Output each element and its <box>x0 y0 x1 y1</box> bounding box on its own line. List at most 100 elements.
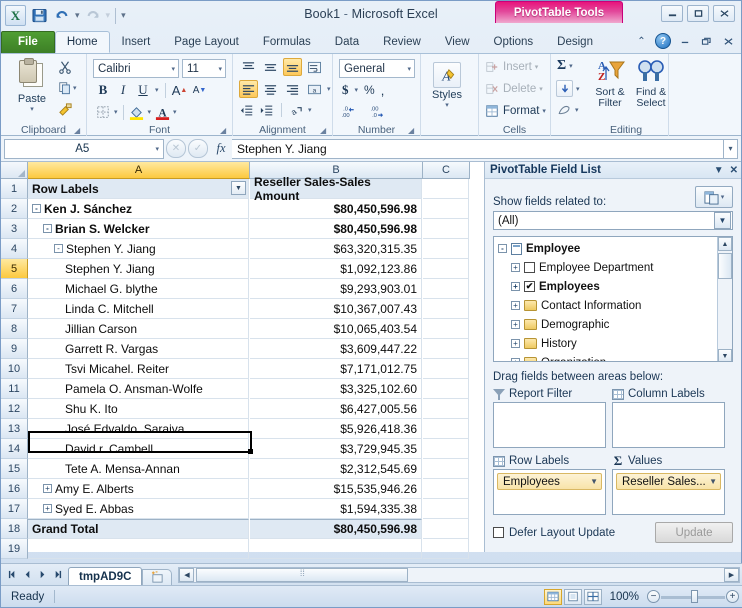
horizontal-scrollbar[interactable]: ◀ ▶ <box>178 566 740 583</box>
clipboard-dialog-launcher[interactable]: ◢ <box>74 126 83 135</box>
cell-B12[interactable]: $6,427,005.56 <box>250 399 422 419</box>
cell-B17[interactable]: $1,594,335.38 <box>250 499 422 519</box>
row-header-7[interactable]: 7 <box>1 299 28 319</box>
bold-button[interactable]: B <box>95 82 111 98</box>
expand-icon[interactable]: + <box>511 282 520 291</box>
values-box[interactable]: Reseller Sales... ▼ <box>612 469 725 515</box>
row-labels-chip-arrow[interactable]: ▼ <box>590 477 598 486</box>
insert-cells-button[interactable]: Insert ▾ <box>484 59 538 75</box>
cell-A11[interactable]: Pamela O. Ansman-Wolfe <box>28 379 249 399</box>
values-chip-arrow[interactable]: ▼ <box>709 477 717 486</box>
italic-button[interactable]: I <box>115 82 131 98</box>
report-filter-box[interactable] <box>493 402 606 448</box>
cell-A8[interactable]: Jillian Carson <box>28 319 249 339</box>
font-name-input[interactable]: Calibri ▾ <box>93 59 179 78</box>
find-select-button[interactable]: Find & Select <box>631 58 671 109</box>
orientation-icon[interactable]: a <box>288 102 304 118</box>
expand-button[interactable]: + <box>43 484 52 493</box>
sort-filter-button[interactable]: AZ Sort & Filter <box>589 58 631 109</box>
expand-icon[interactable]: + <box>511 301 520 310</box>
cell-B6[interactable]: $9,293,903.01 <box>250 279 422 299</box>
cell-B19[interactable] <box>250 539 422 559</box>
expand-icon[interactable]: + <box>511 339 520 348</box>
row-header-11[interactable]: 11 <box>1 379 28 399</box>
row-labels-box[interactable]: Employees ▼ <box>493 469 606 515</box>
select-all-corner[interactable] <box>1 162 28 179</box>
row-header-16[interactable]: 16 <box>1 479 28 499</box>
cell-A13[interactable]: José Edvaldo. Saraiva <box>28 419 249 439</box>
cell-C6[interactable] <box>423 279 469 299</box>
last-sheet-button[interactable] <box>50 568 64 582</box>
cell-C18[interactable] <box>423 519 469 539</box>
defer-layout-update[interactable]: Defer Layout Update <box>493 527 615 539</box>
clear-dropdown-arrow[interactable]: ▾ <box>575 106 579 114</box>
first-sheet-button[interactable] <box>5 568 19 582</box>
format-cells-button[interactable]: Format ▾ <box>484 103 546 119</box>
fill-color-icon[interactable] <box>129 104 145 120</box>
row-header-14[interactable]: 14 <box>1 439 28 459</box>
fill-color-dropdown-arrow[interactable]: ▾ <box>148 108 152 116</box>
font-name-arrow[interactable]: ▾ <box>171 65 175 73</box>
cell-A16[interactable]: + Amy E. Alberts <box>28 479 249 499</box>
merge-dropdown-arrow[interactable]: ▾ <box>327 85 331 93</box>
delete-cells-button[interactable]: Delete ▾ <box>484 81 543 97</box>
row-header-1[interactable]: 1 <box>1 179 28 199</box>
cell-B1[interactable]: Reseller Sales-Sales Amount <box>250 175 422 203</box>
row-labels-chip[interactable]: Employees ▼ <box>497 473 602 490</box>
layout-dropdown-arrow[interactable]: ▾ <box>721 193 725 201</box>
values-chip[interactable]: Reseller Sales... ▼ <box>616 473 721 490</box>
cell-C10[interactable] <box>423 359 469 379</box>
increase-indent-icon[interactable] <box>259 102 275 118</box>
borders-icon[interactable] <box>95 104 111 120</box>
tab-review[interactable]: Review <box>371 31 433 53</box>
cell-B3[interactable]: $80,450,596.98 <box>250 219 422 239</box>
row-header-15[interactable]: 15 <box>1 459 28 479</box>
formula-input[interactable]: Stephen Y. Jiang <box>232 138 724 159</box>
cell-A15[interactable]: Tete A. Mensa-Annan <box>28 459 249 479</box>
format-dropdown-arrow[interactable]: ▾ <box>542 107 546 115</box>
cell-A4[interactable]: - Stephen Y. Jiang <box>28 239 249 259</box>
cell-A18[interactable]: Grand Total <box>28 519 249 539</box>
zoom-slider[interactable]: − + <box>647 589 739 605</box>
column-header-C[interactable]: C <box>423 162 470 179</box>
cell-B10[interactable]: $7,171,012.75 <box>250 359 422 379</box>
alignment-dialog-launcher[interactable]: ◢ <box>320 126 329 135</box>
field-item-employees[interactable]: + ✔ Employees <box>494 277 732 296</box>
close-button[interactable] <box>713 5 735 22</box>
next-sheet-button[interactable] <box>35 568 49 582</box>
cell-C11[interactable] <box>423 379 469 399</box>
cell-C9[interactable] <box>423 339 469 359</box>
currency-format-icon[interactable]: $ <box>342 82 349 98</box>
expand-icon[interactable]: + <box>511 358 520 361</box>
autosum-icon[interactable]: Σ <box>557 58 566 74</box>
field-item-demographic[interactable]: + Demographic <box>494 315 732 334</box>
tab-file[interactable]: File <box>1 31 55 53</box>
field-item-organization[interactable]: + Organization <box>494 353 732 361</box>
currency-dropdown-arrow[interactable]: ▾ <box>355 86 359 94</box>
expand-formula-bar-icon[interactable]: ▾ <box>724 138 738 159</box>
cell-A17[interactable]: + Syed E. Abbas <box>28 499 249 519</box>
align-bottom-icon[interactable] <box>283 58 302 76</box>
align-center-icon[interactable] <box>261 80 280 98</box>
tab-formulas[interactable]: Formulas <box>251 31 323 53</box>
field-tree-scroll-down[interactable]: ▼ <box>718 349 732 361</box>
field-item-history[interactable]: + History <box>494 334 732 353</box>
cell-A19[interactable] <box>28 539 249 559</box>
number-format-arrow[interactable]: ▾ <box>407 65 411 73</box>
cell-C13[interactable] <box>423 419 469 439</box>
field-list-menu-icon[interactable]: ▼ <box>714 165 724 176</box>
zoom-in-button[interactable]: + <box>726 590 739 603</box>
row-header-4[interactable]: 4 <box>1 239 28 259</box>
expand-icon[interactable]: + <box>511 320 520 329</box>
font-color-icon[interactable]: A <box>154 104 170 120</box>
column-labels-box[interactable] <box>612 402 725 448</box>
cell-C19[interactable] <box>423 539 469 559</box>
cell-C8[interactable] <box>423 319 469 339</box>
source-select[interactable]: (All) ▼ <box>493 211 733 230</box>
field-tree-scroll-thumb[interactable] <box>718 253 732 279</box>
cell-B16[interactable]: $15,535,946.26 <box>250 479 422 499</box>
row-header-5[interactable]: 5 <box>1 259 28 279</box>
cell-B9[interactable]: $3,609,447.22 <box>250 339 422 359</box>
minimize-button[interactable] <box>661 5 683 22</box>
row-header-8[interactable]: 8 <box>1 319 28 339</box>
